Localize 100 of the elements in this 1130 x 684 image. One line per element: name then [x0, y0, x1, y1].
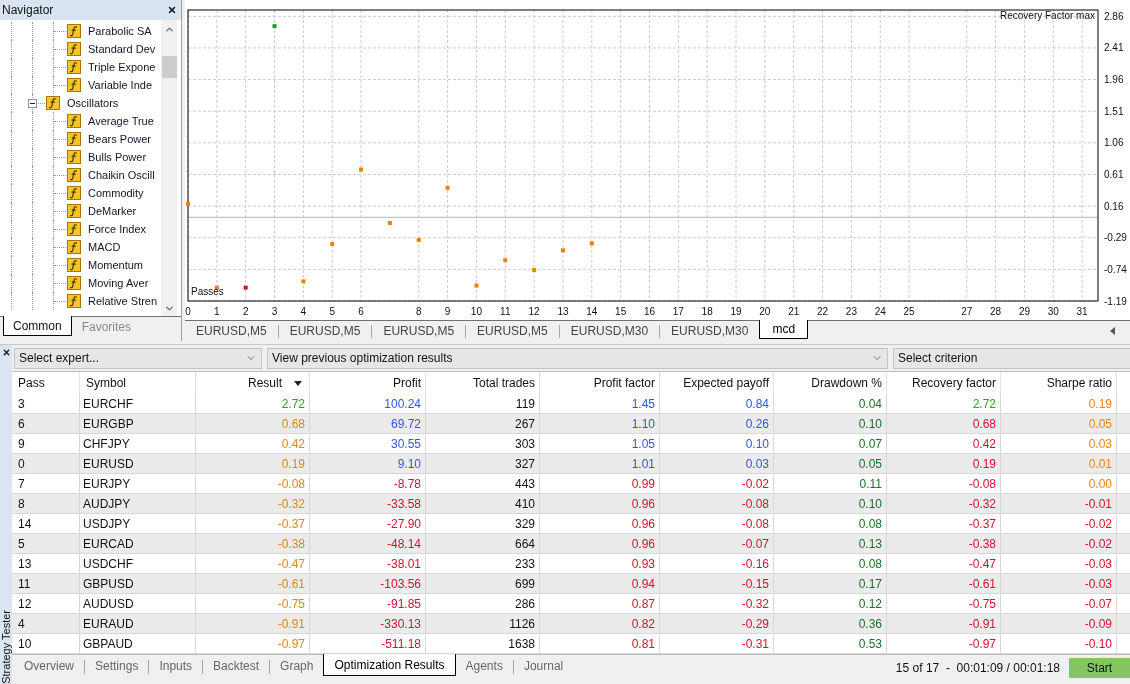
table-cell: USDJPY: [80, 514, 196, 533]
table-cell: -0.47: [887, 554, 1001, 573]
chart-tab[interactable]: EURUSD,M5: [185, 321, 278, 340]
table-cell: 0.96: [540, 534, 660, 553]
tree-item[interactable]: Average True: [88, 113, 154, 129]
tree-item[interactable]: Bears Power: [88, 131, 151, 147]
tab[interactable]: Overview: [14, 655, 84, 677]
table-cell: 100.24: [310, 394, 426, 413]
tree-item[interactable]: Force Index: [88, 221, 147, 237]
tree-item[interactable]: Triple Expone: [88, 59, 156, 75]
table-cell: 1.45: [540, 394, 660, 413]
table-cell: 0.99: [540, 474, 660, 493]
tree-item[interactable]: MACD: [88, 239, 121, 255]
table-cell: GBPUSD: [80, 574, 196, 593]
table-cell: 4: [12, 614, 80, 633]
table-cell: 0.53: [774, 634, 887, 653]
chart-tab[interactable]: mcd: [759, 320, 809, 339]
dropdown[interactable]: Select criterion: [893, 347, 1130, 369]
table-cell: 0.84: [660, 394, 774, 413]
x-tick-label: 31: [1076, 305, 1088, 317]
tree-item[interactable]: Variable Inde: [88, 77, 152, 93]
table-cell: -8.78: [310, 474, 426, 493]
x-tick-label: 24: [874, 305, 886, 317]
table-cell: 0.36: [774, 614, 887, 633]
tab[interactable]: Inputs: [149, 655, 203, 677]
table-cell: 0.93: [540, 554, 660, 573]
close-button[interactable]: [1, 348, 11, 357]
table-cell: 13: [12, 554, 80, 573]
table-cell: AUDUSD: [80, 594, 196, 613]
y-tick-label: -0.29: [1104, 232, 1127, 244]
tree-item[interactable]: Commodity: [88, 185, 144, 201]
table-cell: 0.96: [540, 494, 660, 513]
table-cell: -0.38: [887, 534, 1001, 553]
function-icon: [67, 168, 81, 182]
chart-tab[interactable]: EURUSD,M5: [372, 321, 466, 340]
table-cell: 12: [12, 594, 80, 613]
table-cell: 10: [12, 634, 80, 653]
x-tick-label: 10: [470, 305, 482, 317]
table-cell: 0.96: [540, 514, 660, 533]
tab[interactable]: Agents: [455, 655, 513, 677]
tab[interactable]: Settings: [85, 655, 149, 677]
table-cell: -0.02: [660, 474, 774, 493]
table-cell: 0.03: [1001, 434, 1117, 453]
scrollbar-thumb[interactable]: [161, 56, 177, 78]
table-cell: -0.08: [660, 494, 774, 513]
tab[interactable]: Optimization Results: [323, 654, 456, 676]
tree-item[interactable]: Parabolic SA: [88, 23, 152, 39]
table-cell: 0.19: [196, 454, 310, 473]
y-tick-label: 0.16: [1104, 200, 1124, 212]
table-cell: 0.10: [660, 434, 774, 453]
table-cell: 1126: [426, 614, 540, 633]
table-cell: 69.72: [310, 414, 426, 433]
table-cell: EURJPY: [80, 474, 196, 493]
table-cell: 5: [12, 534, 80, 553]
table-cell: -330.13: [310, 614, 426, 633]
function-icon: [67, 60, 81, 74]
tree-item[interactable]: Bulls Power: [88, 149, 147, 165]
tree-item[interactable]: Chaikin Oscill: [88, 167, 155, 183]
table-cell: 0.05: [1001, 414, 1117, 433]
tree-folder[interactable]: Oscillators: [67, 95, 119, 111]
minus-box-icon[interactable]: [28, 99, 37, 108]
table-cell: 0.04: [774, 394, 887, 413]
table-cell: 9: [12, 434, 80, 453]
y-tick-label: 2.41: [1104, 42, 1124, 54]
close-button[interactable]: [167, 5, 177, 15]
tab[interactable]: Common: [3, 316, 72, 336]
tab[interactable]: Backtest: [203, 655, 270, 677]
table-cell: -103.56: [310, 574, 426, 593]
table-cell: 286: [426, 594, 540, 613]
table-cell: EURGBP: [80, 414, 196, 433]
dropdown[interactable]: View previous optimization results: [267, 347, 888, 369]
chart-tab[interactable]: EURUSD,M30: [660, 321, 760, 340]
function-icon: [67, 132, 81, 146]
table-cell: 0.11: [774, 474, 887, 493]
table-cell: -0.61: [887, 574, 1001, 593]
y-tick-label: 1.06: [1104, 137, 1124, 149]
chart-tab[interactable]: EURUSD,M5: [466, 321, 559, 340]
table-cell: -91.85: [310, 594, 426, 613]
tab[interactable]: Journal: [513, 655, 574, 677]
start-button[interactable]: Start: [1069, 658, 1130, 678]
tab[interactable]: Graph: [270, 655, 324, 677]
table-cell: -0.07: [660, 534, 774, 553]
table-cell: -0.09: [1001, 614, 1117, 633]
table-cell: -0.02: [1001, 534, 1117, 553]
dropdown[interactable]: Select expert...: [14, 347, 262, 369]
chart-tab[interactable]: EURUSD,M30: [559, 321, 660, 340]
tree-item[interactable]: Relative Stren: [88, 293, 158, 309]
tree-item[interactable]: Moving Aver: [88, 275, 149, 291]
scrollbar[interactable]: [161, 20, 177, 316]
table-cell: 0.81: [540, 634, 660, 653]
tree-item[interactable]: Momentum: [88, 257, 144, 273]
table-cell: -0.97: [887, 634, 1001, 653]
chart-tab[interactable]: EURUSD,M5: [278, 321, 372, 340]
function-icon: [46, 96, 60, 110]
tree-item[interactable]: DeMarker: [88, 203, 137, 219]
left-triangle-icon[interactable]: [1110, 327, 1115, 335]
tree-item[interactable]: Standard Dev: [88, 41, 156, 57]
close-icon: [167, 5, 177, 15]
y-tick-label: 1.96: [1104, 74, 1124, 86]
x-tick-label: 12: [528, 305, 540, 317]
